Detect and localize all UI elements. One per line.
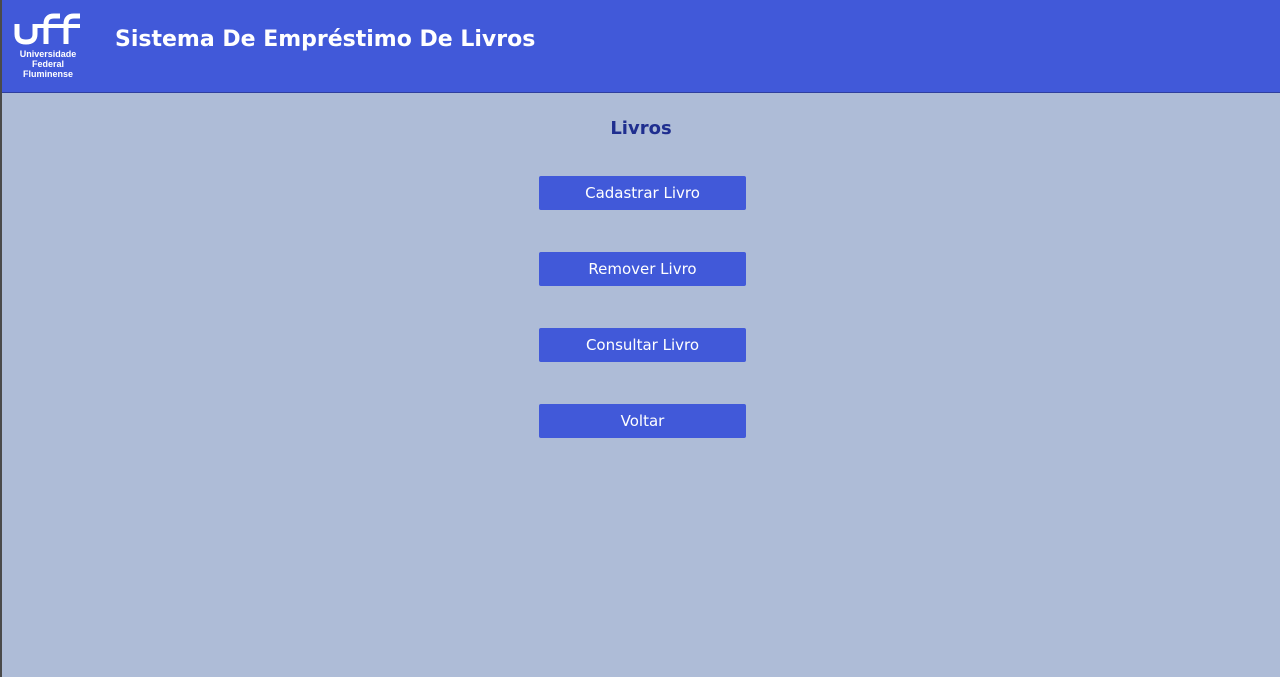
search-book-button[interactable]: Consultar Livro	[539, 328, 746, 362]
uff-logo-text: Universidade Federal Fluminense	[14, 49, 82, 79]
logo-line-3: Fluminense	[22, 69, 73, 79]
remove-book-button[interactable]: Remover Livro	[539, 252, 746, 286]
back-button[interactable]: Voltar	[539, 404, 746, 438]
page-title: Livros	[610, 118, 672, 139]
logo-line-1: Universidade	[19, 49, 77, 59]
register-book-button[interactable]: Cadastrar Livro	[539, 176, 746, 210]
app-header: Universidade Federal Fluminense Sistema …	[2, 0, 1280, 93]
uff-logo-mark-icon	[14, 13, 80, 45]
uff-logo: Universidade Federal Fluminense	[14, 12, 82, 82]
app-title: Sistema De Empréstimo De Livros	[115, 27, 536, 52]
logo-line-2: Federal	[31, 59, 64, 69]
